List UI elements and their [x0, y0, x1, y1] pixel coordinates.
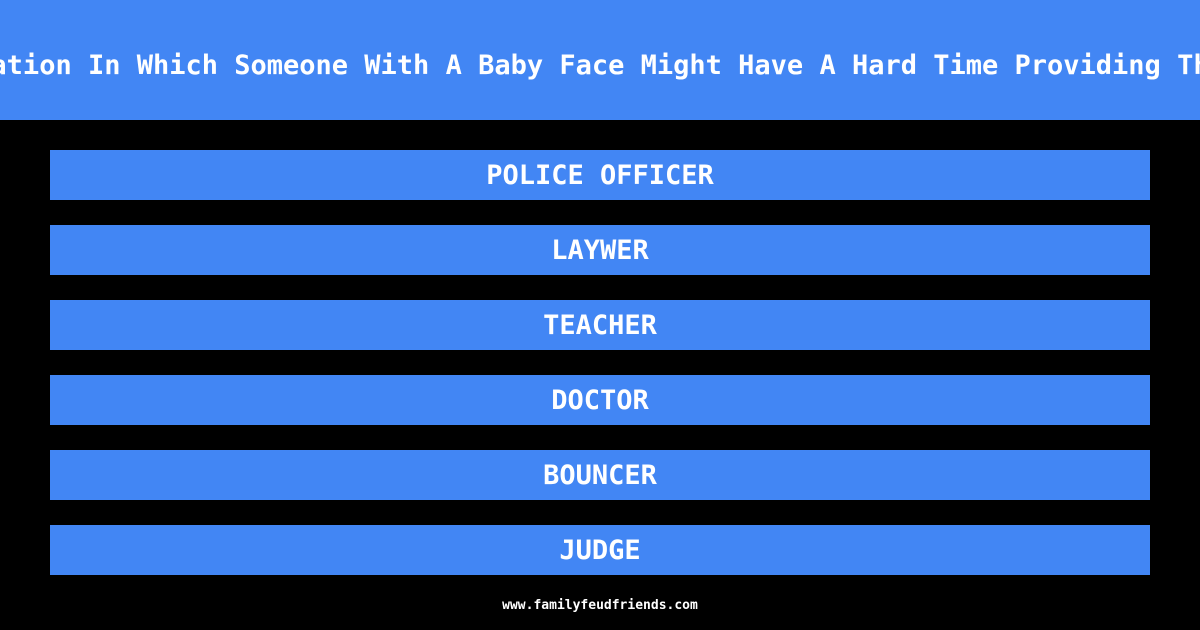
answer-label: LAYWER [551, 234, 649, 266]
footer-url: www.familyfeudfriends.com [502, 598, 698, 613]
answer-label: DOCTOR [551, 384, 649, 416]
answer-bar: DOCTOR [50, 375, 1150, 425]
question-header: ation In Which Someone With A Baby Face … [0, 0, 1200, 120]
answer-bar: POLICE OFFICER [50, 150, 1150, 200]
answer-label: BOUNCER [543, 459, 657, 491]
answer-label: TEACHER [543, 309, 657, 341]
answer-bar: BOUNCER [50, 450, 1150, 500]
question-text: ation In Which Someone With A Baby Face … [0, 50, 1200, 81]
answer-label: POLICE OFFICER [486, 159, 714, 191]
answer-bar: LAYWER [50, 225, 1150, 275]
answer-label: JUDGE [559, 534, 641, 566]
answer-bar: JUDGE [50, 525, 1150, 575]
answer-bar: TEACHER [50, 300, 1150, 350]
